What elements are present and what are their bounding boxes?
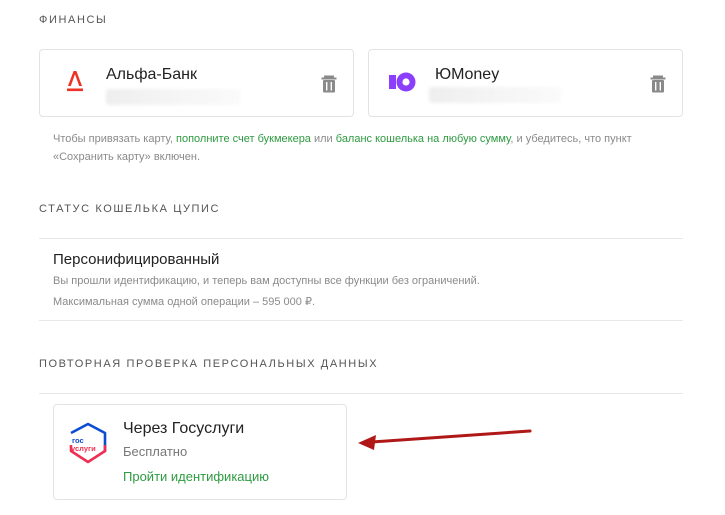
- wallet-status-value: Персонифицированный: [53, 251, 220, 268]
- top-up-bookmaker-link[interactable]: пополните счет букмекера: [176, 133, 311, 145]
- yoomoney-logo-icon: [389, 72, 416, 92]
- divider: [39, 393, 683, 394]
- wallet-status-description: Вы прошли идентификацию, и теперь вам до…: [53, 275, 480, 287]
- recheck-section-title: ПОВТОРНАЯ ПРОВЕРКА ПЕРСОНАЛЬНЫХ ДАННЫХ: [39, 358, 379, 370]
- alfa-bank-logo-icon: [67, 71, 83, 92]
- divider: [39, 238, 683, 239]
- alfa-bank-card[interactable]: Альфа-Банк: [39, 49, 354, 117]
- gosuslugi-option-card[interactable]: гос услуги: [53, 404, 347, 500]
- divider: [39, 320, 683, 321]
- masked-wallet-number: [429, 87, 561, 103]
- trash-icon[interactable]: [650, 75, 666, 93]
- gosuslugi-price: Бесплатно: [123, 444, 188, 459]
- masked-card-number: [106, 89, 240, 105]
- alfa-bank-card-name: Альфа-Банк: [106, 66, 197, 83]
- gosuslugi-logo-icon: гос услуги: [69, 422, 107, 464]
- finances-section-title: ФИНАНСЫ: [39, 14, 108, 26]
- max-operation-amount: Максимальная сумма одной операции – 595 …: [53, 296, 316, 308]
- wallet-balance-link[interactable]: баланс кошелька на любую сумму: [336, 133, 511, 145]
- yoomoney-card-name: ЮMoney: [435, 66, 500, 83]
- yoomoney-card[interactable]: ЮMoney: [368, 49, 683, 117]
- wallet-status-section-title: СТАТУС КОШЕЛЬКА ЦУПИС: [39, 203, 221, 215]
- start-identification-link[interactable]: Пройти идентификацию: [123, 469, 269, 484]
- annotation-arrow: [358, 429, 532, 450]
- gosuslugi-option-title: Через Госуслуги: [123, 420, 245, 437]
- card-binding-note: Чтобы привязать карту, пополните счет бу…: [53, 133, 632, 163]
- svg-text:услуги: услуги: [71, 444, 96, 453]
- trash-icon[interactable]: [321, 75, 337, 93]
